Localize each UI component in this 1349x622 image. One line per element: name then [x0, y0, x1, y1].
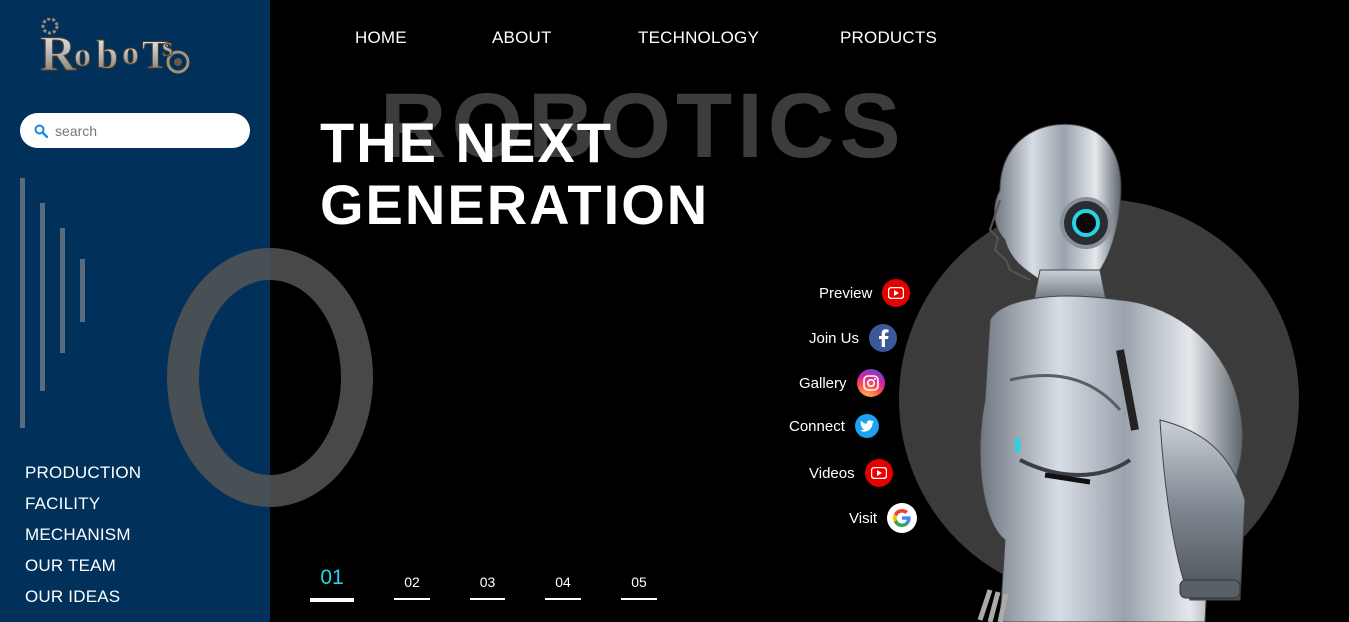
pager-page-label: 05 [631, 574, 647, 590]
instagram-icon [856, 369, 885, 397]
sidebar-item-facility[interactable]: FACILITY [25, 488, 141, 519]
pager-page-label: 03 [479, 574, 496, 590]
social-visit-label: Visit [849, 509, 878, 527]
social-connect[interactable]: Connect [789, 414, 879, 438]
sidebar-item-mechanism[interactable]: MECHANISM [25, 519, 141, 550]
search-box[interactable] [20, 113, 250, 148]
hero-title-line1: THE NEXT [320, 111, 613, 174]
search-icon [34, 124, 48, 138]
pager-page-label: 02 [404, 574, 420, 590]
pager-page-03[interactable]: 03 [470, 565, 505, 600]
social-gallery[interactable]: Gallery [799, 369, 885, 397]
nav-technology[interactable]: TECHNOLOGY [638, 28, 759, 48]
youtube-icon [864, 459, 893, 487]
youtube-icon [882, 279, 911, 307]
hero-title: THE NEXT GENERATION [320, 112, 709, 236]
pager-page-label: 04 [555, 574, 571, 590]
twitter-icon [854, 414, 879, 438]
decor-bar-2 [40, 203, 45, 391]
social-videos[interactable]: Videos [809, 459, 893, 487]
facebook-icon [869, 324, 898, 352]
social-join-us-label: Join Us [809, 329, 860, 347]
top-nav: HOME ABOUT TECHNOLOGY PRODUCTS [0, 28, 1349, 48]
decor-bar-1 [20, 178, 25, 428]
pager-page-05[interactable]: 05 [621, 565, 657, 600]
pager-page-04[interactable]: 04 [545, 565, 581, 600]
social-videos-label: Videos [809, 464, 855, 482]
social-gallery-label: Gallery [799, 374, 847, 392]
pager-page-label: 01 [320, 566, 344, 589]
sidebar-item-production[interactable]: PRODUCTION [25, 457, 141, 488]
search-input[interactable] [55, 122, 235, 139]
decor-ring [167, 248, 373, 507]
robot-image [977, 123, 1246, 622]
slide-pager: 01 02 03 04 05 [0, 565, 700, 610]
social-connect-label: Connect [789, 417, 845, 435]
nav-products[interactable]: PRODUCTS [840, 28, 937, 48]
hero-title-line2: GENERATION [320, 173, 710, 236]
social-join-us[interactable]: Join Us [809, 324, 898, 352]
pager-indicator [545, 598, 581, 600]
social-visit[interactable]: Visit [849, 503, 918, 533]
pager-page-01[interactable]: 01 [310, 565, 354, 602]
decor-bar-3 [60, 228, 65, 353]
pager-indicator [621, 598, 657, 600]
decor-bar-4 [80, 259, 85, 322]
nav-home[interactable]: HOME [355, 28, 407, 48]
pager-page-02[interactable]: 02 [394, 565, 430, 600]
nav-about[interactable]: ABOUT [492, 28, 552, 48]
pager-indicator [394, 598, 430, 600]
google-icon [887, 503, 918, 533]
pager-indicator-active [310, 598, 354, 602]
social-preview[interactable]: Preview [819, 279, 911, 307]
pager-indicator [470, 598, 505, 600]
social-preview-label: Preview [819, 284, 873, 302]
